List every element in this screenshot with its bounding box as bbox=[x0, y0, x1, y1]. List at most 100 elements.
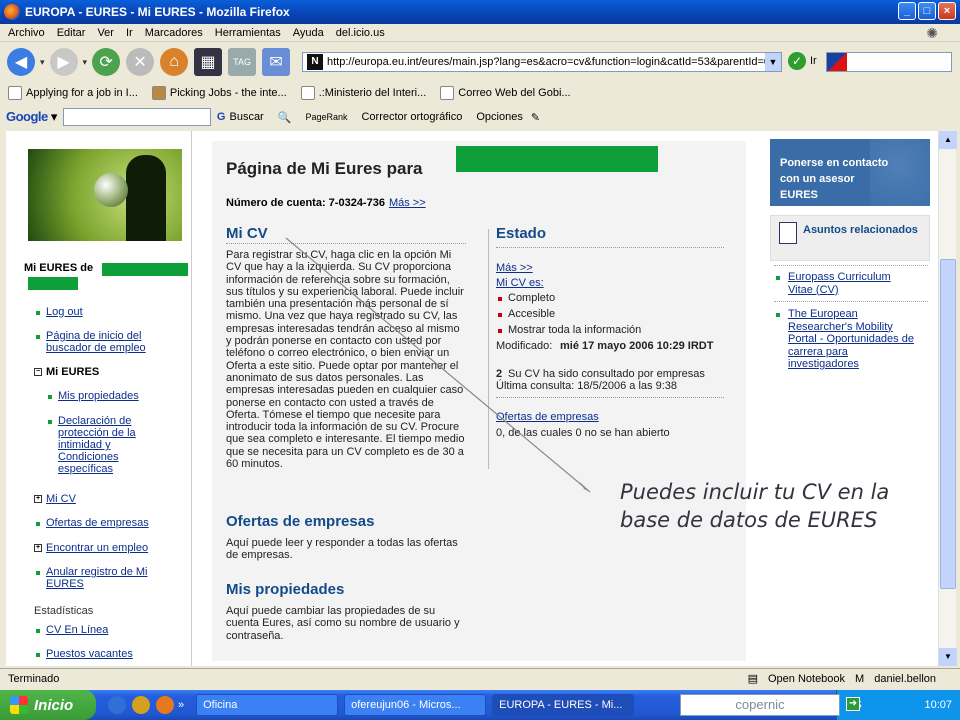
status-show-all: Mostrar toda la información bbox=[508, 324, 642, 336]
scroll-thumb[interactable] bbox=[940, 259, 956, 589]
address-url[interactable]: http://europa.eu.int/eures/main.jsp?lang… bbox=[327, 56, 770, 68]
bookmark-3[interactable]: .:Ministerio del Interi... bbox=[300, 86, 426, 100]
offers-heading[interactable]: Ofertas de empresas bbox=[226, 513, 374, 530]
forward-icon[interactable]: ▶ bbox=[49, 48, 78, 76]
back-icon[interactable]: ◀ bbox=[7, 48, 35, 76]
grid-icon[interactable]: ▦ bbox=[194, 48, 223, 76]
menu-ir[interactable]: Ir bbox=[126, 27, 133, 39]
stats-label: Estadísticas bbox=[34, 605, 94, 617]
stat-vacancies-link[interactable]: Puestos vacantes bbox=[46, 648, 133, 660]
status-more-link[interactable]: Más >> bbox=[496, 262, 533, 274]
bookmark-4[interactable]: Correo Web del Gobi... bbox=[440, 86, 571, 100]
nav-home-link[interactable]: Página de inicio del buscador de empleo bbox=[46, 330, 176, 354]
start-label: Inicio bbox=[34, 696, 74, 714]
page-icon bbox=[8, 86, 22, 100]
collapse-icon[interactable]: − bbox=[34, 368, 42, 376]
offers-count: 0, de las cuales 0 no se han abierto bbox=[496, 427, 670, 439]
tag-icon[interactable]: TAG bbox=[228, 48, 257, 76]
offers-status-link[interactable]: Ofertas de empresas bbox=[496, 411, 599, 423]
account-more-link[interactable]: Más >> bbox=[389, 197, 426, 209]
bookmark-2[interactable]: Picking Jobs - the inte... bbox=[151, 86, 287, 100]
task-firefox[interactable]: EUROPA - EURES - Mi... bbox=[492, 694, 635, 716]
gmail-user-label[interactable]: daniel.bellon bbox=[874, 673, 936, 685]
back-dropdown-icon[interactable]: ▾ bbox=[40, 57, 45, 68]
divider bbox=[774, 265, 928, 266]
contact-advisor-box[interactable]: Ponerse en contacto con un asesor EURES bbox=[770, 139, 930, 206]
forward-dropdown-icon[interactable]: ▾ bbox=[83, 57, 88, 68]
nav-bullet bbox=[36, 629, 40, 633]
copernic-search-input[interactable]: copernic bbox=[680, 694, 840, 716]
search-engine-icon[interactable] bbox=[827, 53, 847, 71]
address-bar[interactable]: N http://europa.eu.int/eures/main.jsp?la… bbox=[302, 52, 782, 72]
menu-delicious[interactable]: del.icio.us bbox=[336, 27, 385, 39]
pagerank-icon[interactable]: PageRank bbox=[305, 112, 347, 122]
open-notebook-button[interactable]: Open Notebook bbox=[768, 673, 845, 685]
menu-ayuda[interactable]: Ayuda bbox=[293, 27, 324, 39]
mail-icon[interactable]: ✉ bbox=[262, 48, 291, 76]
pencil-icon[interactable]: ✎ bbox=[531, 111, 540, 124]
google-logo[interactable]: Google ▾ bbox=[6, 109, 57, 125]
nav-privacy-link[interactable]: Declaración de protección de la intimida… bbox=[58, 415, 168, 475]
menu-ver[interactable]: Ver bbox=[97, 27, 114, 39]
nav-findjob-link[interactable]: Encontrar un empleo bbox=[46, 542, 148, 554]
researcher-portal-link[interactable]: The European Researcher's Mobility Porta… bbox=[788, 308, 918, 371]
notebook-icon[interactable]: ▤ bbox=[748, 672, 758, 685]
nav-bullet bbox=[36, 335, 40, 339]
properties-heading[interactable]: Mis propiedades bbox=[226, 581, 344, 598]
throbber-icon: ✺ bbox=[926, 25, 938, 41]
copernic-placeholder: copernic bbox=[735, 697, 785, 712]
home-icon[interactable]: ⌂ bbox=[160, 48, 189, 76]
minimize-button[interactable]: _ bbox=[898, 2, 916, 20]
nav-bullet bbox=[36, 571, 40, 575]
desktop-icon[interactable] bbox=[132, 696, 150, 714]
expand-icon[interactable]: + bbox=[34, 495, 42, 503]
bookmark-1[interactable]: Applying for a job in I... bbox=[8, 86, 138, 100]
menu-marcadores[interactable]: Marcadores bbox=[145, 27, 203, 39]
scroll-up-icon[interactable]: ▲ bbox=[939, 131, 957, 149]
menu-archivo[interactable]: Archivo bbox=[8, 27, 45, 39]
window-titlebar[interactable]: EUROPA - EURES - Mi EURES - Mozilla Fire… bbox=[0, 0, 960, 24]
reload-icon[interactable]: ⟳ bbox=[92, 48, 121, 76]
google-g-icon[interactable]: G bbox=[217, 111, 226, 123]
go-button[interactable]: ✓ Ir bbox=[788, 52, 817, 70]
cv-is-link[interactable]: Mi CV es: bbox=[496, 277, 544, 289]
page-icon bbox=[440, 86, 455, 100]
google-search-button[interactable]: Buscar bbox=[229, 111, 263, 123]
stop-icon[interactable]: ✕ bbox=[126, 48, 155, 76]
copernic-go-icon[interactable]: ➜ bbox=[846, 697, 860, 711]
google-search-input[interactable] bbox=[62, 108, 211, 126]
europass-link[interactable]: Europass Curriculum Vitae (CV) bbox=[788, 271, 918, 296]
nav-mieures-section[interactable]: Mi EURES bbox=[46, 366, 99, 378]
ie-icon[interactable] bbox=[108, 696, 126, 714]
status-complete: Completo bbox=[508, 292, 556, 304]
maximize-button[interactable]: □ bbox=[918, 2, 936, 20]
address-dropdown-icon[interactable]: ▼ bbox=[765, 53, 781, 71]
eures-hero-image bbox=[28, 149, 182, 241]
close-button[interactable]: × bbox=[938, 2, 956, 20]
nav-cancel-link[interactable]: Anular registro de Mi EURES bbox=[46, 566, 166, 590]
task-word[interactable]: ofereujun06 - Micros... bbox=[344, 694, 487, 716]
scroll-down-icon[interactable]: ▼ bbox=[939, 648, 957, 666]
clock[interactable]: 10:07 bbox=[924, 699, 952, 711]
menu-herramientas[interactable]: Herramientas bbox=[215, 27, 281, 39]
spellcheck-button[interactable]: Corrector ortográfico bbox=[361, 111, 462, 123]
stat-cv-online-link[interactable]: CV En Línea bbox=[46, 624, 108, 636]
expand-icon[interactable]: + bbox=[34, 544, 42, 552]
right-sidebar: Ponerse en contacto con un asesor EURES … bbox=[766, 131, 938, 666]
firefox-quicklaunch-icon[interactable] bbox=[156, 696, 174, 714]
nav-logout-link[interactable]: Log out bbox=[46, 306, 83, 318]
gmail-icon[interactable]: M bbox=[855, 673, 864, 685]
quicklaunch-more-icon[interactable]: » bbox=[178, 699, 184, 711]
vertical-scrollbar[interactable]: ▲ ▼ bbox=[938, 131, 957, 666]
divider bbox=[496, 397, 724, 398]
nav-offers-link[interactable]: Ofertas de empresas bbox=[46, 517, 149, 529]
nav-properties-link[interactable]: Mis propiedades bbox=[58, 390, 139, 402]
options-button[interactable]: Opciones bbox=[476, 111, 522, 123]
cv-heading[interactable]: Mi CV bbox=[226, 225, 268, 242]
search-engine-box[interactable] bbox=[826, 52, 952, 72]
menu-editar[interactable]: Editar bbox=[57, 27, 86, 39]
binoculars-icon[interactable]: 🔍 bbox=[278, 111, 292, 124]
task-oficina[interactable]: Oficina bbox=[196, 694, 339, 716]
start-button[interactable]: Inicio bbox=[0, 690, 96, 720]
nav-mycv-link[interactable]: Mi CV bbox=[46, 493, 76, 505]
